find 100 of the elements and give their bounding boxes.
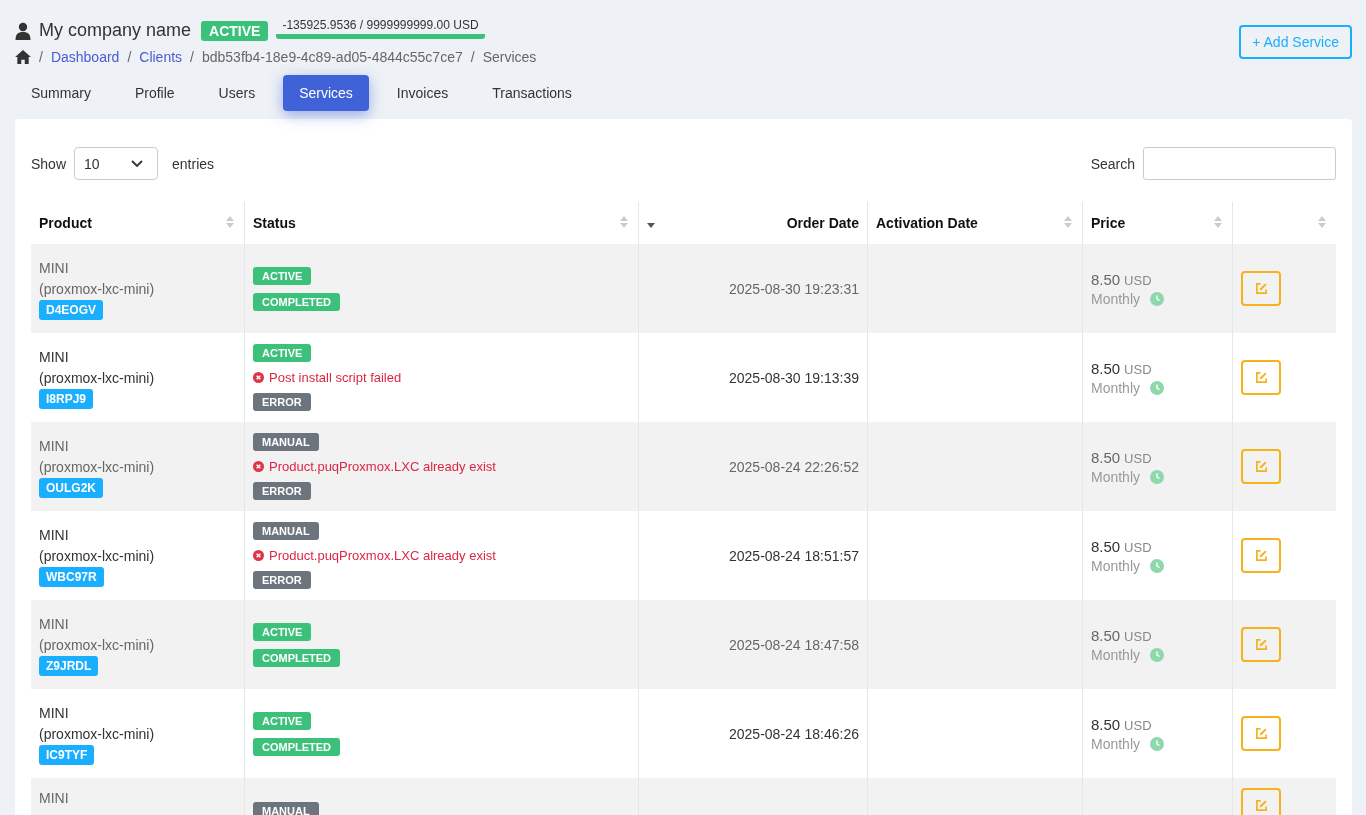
edit-icon	[1254, 371, 1268, 384]
price-currency: USD	[1124, 450, 1152, 466]
clock-icon	[1150, 469, 1165, 484]
sort-icon[interactable]	[620, 216, 628, 228]
edit-button[interactable]	[1241, 716, 1281, 751]
price-amount: 8.50	[1091, 537, 1121, 555]
edit-icon	[1254, 460, 1268, 473]
status-badge: MANUAL	[253, 433, 319, 451]
company-name: My company name	[39, 20, 192, 41]
product-name: MINI	[39, 525, 69, 545]
status-badge: ACTIVE	[253, 344, 312, 362]
price-amount: 8.50	[1091, 626, 1121, 644]
edit-icon	[1254, 549, 1268, 562]
error-message: Product.puqProxmox.LXC already exist	[269, 548, 496, 563]
clock-icon	[1150, 736, 1165, 751]
billing-period: Monthly	[1091, 735, 1141, 752]
price-currency: USD	[1124, 628, 1152, 644]
column-header[interactable]: Activation Date	[876, 215, 978, 231]
edit-icon	[1254, 638, 1268, 651]
clock-icon	[1150, 291, 1165, 306]
home-icon[interactable]	[15, 50, 31, 64]
order-date: 2025-08-24 18:47:58	[729, 636, 859, 653]
product-name: MINI	[39, 789, 69, 808]
tab[interactable]: Summary	[15, 75, 107, 111]
edit-button[interactable]	[1241, 538, 1281, 573]
search-field[interactable]	[1143, 147, 1336, 180]
error-message: Product.puqProxmox.LXC already exist	[269, 459, 496, 474]
edit-button[interactable]	[1241, 627, 1281, 662]
order-date: 2025-08-24 18:51:57	[729, 547, 859, 564]
show-label: Show	[31, 155, 67, 172]
breadcrumb-item: bdb53fb4-18e9-4c89-ad05-4844c55c7ce7	[201, 49, 463, 65]
column-header[interactable]: Order Date	[786, 215, 859, 231]
balance-text: -135925.9536 / 9999999999.00 USD	[276, 18, 485, 39]
sort-icon[interactable]	[1318, 216, 1326, 228]
entries-select[interactable]: 10	[74, 147, 159, 180]
edit-icon	[1254, 799, 1268, 812]
status-badge: COMPLETED	[253, 737, 341, 756]
status-badge: COMPLETED	[253, 292, 341, 311]
status-badge: ACTIVE	[253, 266, 312, 285]
product-name: MINI	[39, 436, 69, 456]
column-header[interactable]: Product	[39, 215, 92, 231]
billing-period: Monthly	[1091, 468, 1141, 485]
status-badge: MANUAL	[253, 522, 319, 540]
tab[interactable]: Transactions	[476, 75, 588, 111]
status-badge: ACTIVE	[201, 20, 269, 41]
edit-button[interactable]	[1241, 360, 1281, 395]
price-currency: USD	[1124, 272, 1152, 288]
price-amount: 8.50	[1091, 270, 1121, 288]
price-currency: USD	[1124, 539, 1152, 555]
order-date: 2025-08-24 22:26:52	[729, 458, 859, 475]
error-message: Post install script failed	[269, 370, 402, 385]
entries-label: entries	[172, 155, 215, 172]
breadcrumb-separator: /	[127, 49, 132, 65]
order-date: 2025-08-30 19:23:31	[729, 280, 859, 297]
tab[interactable]: Services	[283, 75, 369, 111]
sort-icon[interactable]	[226, 216, 234, 228]
error-icon	[253, 372, 264, 383]
column-header[interactable]: Price	[1091, 215, 1126, 231]
tab[interactable]: Profile	[118, 75, 191, 111]
status-badge: ERROR	[253, 571, 311, 589]
price-amount: 8.50	[1091, 359, 1121, 377]
tab[interactable]: Invoices	[380, 75, 465, 111]
edit-icon	[1254, 282, 1268, 295]
breadcrumb-item: Services	[482, 49, 537, 65]
sort-icon[interactable]	[1064, 216, 1072, 228]
order-date: 2025-08-30 19:13:39	[729, 369, 859, 386]
product-module: (proxmox-lxc-mini)	[39, 546, 155, 566]
product-name: MINI	[39, 347, 69, 367]
price-currency: USD	[1124, 361, 1152, 377]
edit-button[interactable]	[1241, 449, 1281, 484]
product-module: (proxmox-lxc-mini)	[39, 279, 155, 299]
billing-period: Monthly	[1091, 557, 1141, 574]
chevron-down-icon	[131, 159, 144, 168]
error-icon	[253, 461, 264, 472]
breadcrumb-link[interactable]: Clients	[139, 49, 183, 65]
column-header[interactable]: Status	[253, 215, 296, 231]
edit-button[interactable]	[1241, 788, 1281, 815]
price-amount: 8.50	[1091, 448, 1121, 466]
breadcrumb-separator: /	[190, 49, 194, 65]
product-module: (proxmox-lxc-mini)	[39, 368, 155, 388]
product-module: (proxmox-lxc-mini)	[39, 635, 155, 655]
status-badge: ERROR	[253, 482, 311, 500]
breadcrumb-separator: /	[470, 49, 475, 65]
product-name: MINI	[39, 703, 69, 723]
billing-period: Monthly	[1091, 290, 1141, 307]
product-module: (proxmox-lxc-mini)	[39, 724, 155, 744]
price-currency: USD	[1124, 717, 1152, 733]
tab[interactable]: Users	[202, 75, 272, 111]
status-badge: MANUAL	[253, 802, 319, 815]
edit-button[interactable]	[1241, 271, 1281, 306]
product-module: (proxmox-lxc-mini)	[39, 457, 155, 477]
breadcrumb-link[interactable]: Dashboard	[50, 49, 120, 65]
edit-icon	[1254, 727, 1268, 740]
clock-icon	[1150, 647, 1165, 662]
error-icon	[253, 550, 264, 561]
sort-icon[interactable]	[1214, 216, 1222, 228]
order-date: 2025-08-24 18:46:26	[729, 725, 859, 742]
status-badge: COMPLETED	[253, 648, 341, 667]
price-amount: 8.50	[1091, 715, 1121, 733]
clock-icon	[1150, 558, 1165, 573]
